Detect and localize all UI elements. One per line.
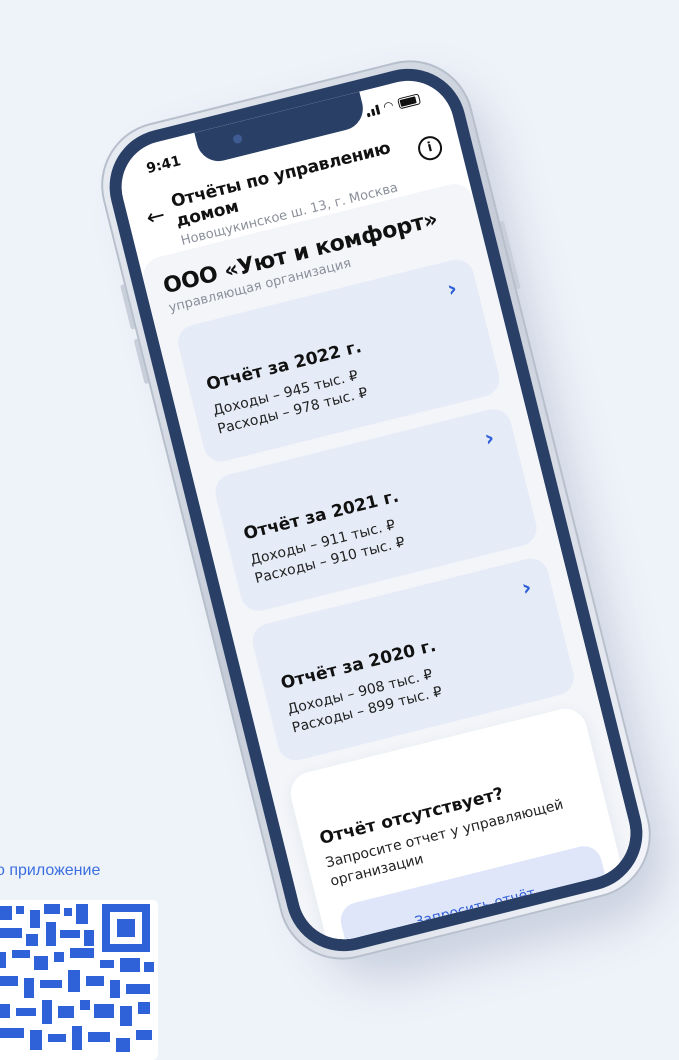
- chevron-right-icon: ›: [444, 276, 460, 303]
- status-time: 9:41: [144, 153, 183, 178]
- qr-code: [0, 900, 158, 1060]
- main-content: ООО «Уют и комфорт» управляющая организа…: [138, 179, 641, 949]
- app-promo-text: о приложение: [0, 862, 101, 879]
- chevron-right-icon: ›: [482, 425, 498, 453]
- camera-icon: [232, 133, 244, 145]
- phone-mockup: 9:41 ◠ ← Отчёты по управлению домом i Но…: [87, 46, 679, 996]
- battery-icon: [396, 92, 422, 109]
- status-icons: ◠: [364, 91, 422, 118]
- signal-icon: [364, 103, 380, 118]
- chevron-right-icon: ›: [519, 575, 535, 602]
- wifi-icon: ◠: [381, 97, 396, 115]
